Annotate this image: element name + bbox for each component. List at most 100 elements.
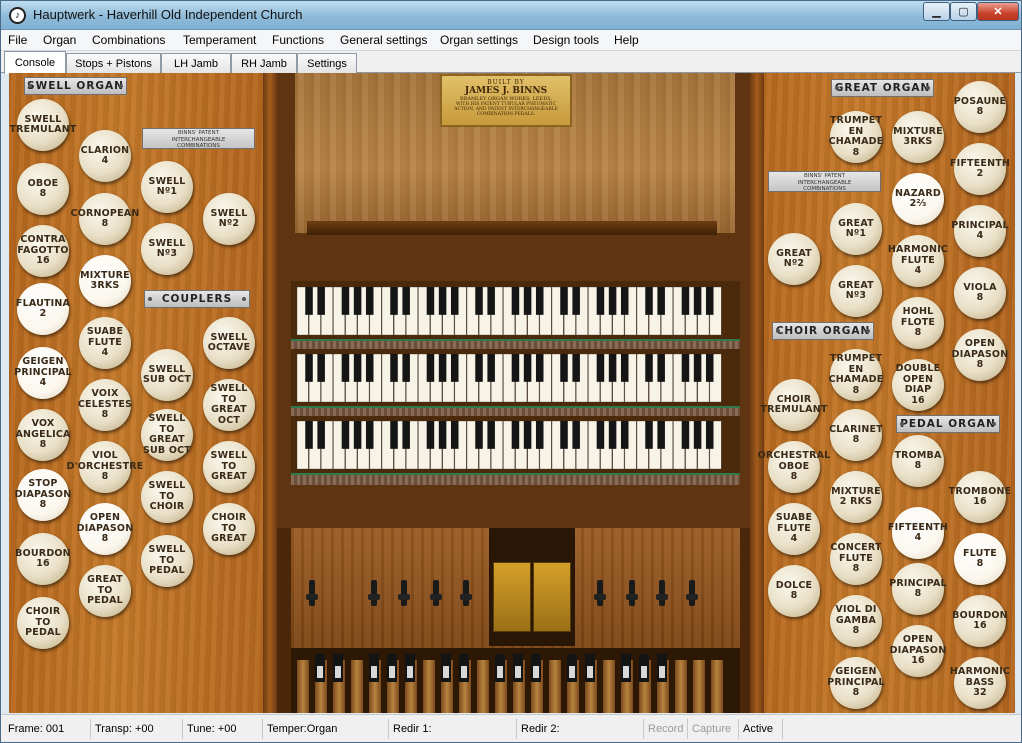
black-key[interactable] [645,421,653,449]
black-key[interactable] [487,421,495,449]
pedal-sharp-key[interactable] [639,654,649,682]
black-key[interactable] [523,287,532,315]
menu-temperament[interactable]: Temperament [183,33,256,47]
maximize-button[interactable]: ▢ [950,2,977,21]
stop-swell-sub-oct[interactable]: SWELL SUB OCT [141,349,193,401]
black-key[interactable] [317,287,325,315]
pedal-sharp-key[interactable] [567,654,577,682]
black-key[interactable] [402,287,410,315]
pedal-sharp-key[interactable] [405,654,415,682]
close-button[interactable]: ✕ [977,2,1019,21]
black-key[interactable] [365,354,374,382]
black-key[interactable] [560,354,568,382]
stop-voix-celestes-8[interactable]: VOIX CELESTES 8 [78,379,132,431]
black-key[interactable] [475,354,483,382]
black-key[interactable] [305,287,313,315]
stop-viol-dorchestre-8[interactable]: VIOL D'ORCHESTRE 8 [67,441,143,493]
stop-principal-8[interactable]: PRINCIPAL 8 [889,563,947,615]
toe-piston[interactable] [626,580,638,606]
toe-piston[interactable] [306,580,318,606]
stop-viola-8[interactable]: VIOLA 8 [954,267,1006,319]
black-key[interactable] [426,354,435,382]
black-key[interactable] [511,421,520,449]
black-key[interactable] [681,287,690,315]
piston-swell-no2[interactable]: SWELL Nº2 [203,193,255,245]
pedal-sharp-key[interactable] [387,654,397,682]
black-key[interactable] [305,421,313,449]
stop-choir-trumpet-en-chamade-8[interactable]: TRUMPET EN CHAMADE 8 [829,349,883,401]
piston-swell-no3[interactable]: SWELL Nº3 [141,223,193,275]
toe-piston[interactable] [686,580,698,606]
menu-functions[interactable]: Functions [272,33,324,47]
stop-cornopean-8[interactable]: CORNOPEAN 8 [71,193,139,245]
black-key[interactable] [572,421,580,449]
black-key[interactable] [438,354,447,382]
stop-open-diapason-16[interactable]: OPEN DIAPASON 16 [890,625,946,677]
toe-piston[interactable] [656,580,668,606]
black-key[interactable] [681,354,690,382]
pedal-sharp-key[interactable] [513,654,523,682]
pedal-sharp-key[interactable] [621,654,631,682]
black-key[interactable] [596,354,605,382]
pedal-key[interactable] [675,660,687,713]
stop-concert-flute-8[interactable]: CONCERT FLUTE 8 [830,533,882,585]
piston-great-no1[interactable]: GREAT Nº1 [830,203,882,255]
black-key[interactable] [535,354,544,382]
black-key[interactable] [535,421,544,449]
stop-swell-octave[interactable]: SWELL OCTAVE [203,317,255,369]
black-key[interactable] [438,287,447,315]
stop-harmonic-bass-32[interactable]: HARMONIC BASS 32 [950,657,1010,709]
black-key[interactable] [693,287,702,315]
stop-trombone-16[interactable]: TROMBONE 16 [949,471,1011,523]
black-key[interactable] [353,421,362,449]
black-key[interactable] [608,287,617,315]
black-key[interactable] [450,287,459,315]
pedal-key[interactable] [603,660,615,713]
toe-piston[interactable] [430,580,442,606]
menu-organ[interactable]: Organ [43,33,76,47]
stop-principal-4[interactable]: PRINCIPAL 4 [951,205,1009,257]
stop-contra-fagotto-16[interactable]: CONTRA FAGOTTO 16 [17,225,69,277]
pedal-key[interactable] [549,660,561,713]
black-key[interactable] [353,354,362,382]
piston-great-no2[interactable]: GREAT Nº2 [768,233,820,285]
stop-swell-to-great[interactable]: SWELL TO GREAT [203,441,255,493]
black-key[interactable] [390,354,398,382]
black-key[interactable] [657,287,665,315]
pedal-sharp-key[interactable] [495,654,505,682]
black-key[interactable] [620,421,629,449]
tab-console[interactable]: Console [4,51,66,74]
stop-orchestral-oboe-8[interactable]: ORCHESTRAL OBOE 8 [758,441,830,493]
black-key[interactable] [608,354,617,382]
black-key[interactable] [572,354,580,382]
keyboard-great[interactable] [297,354,722,402]
stop-swell-to-great-sub-oct[interactable]: SWELL TO GREAT SUB OCT [141,409,193,461]
pedal-sharp-key[interactable] [657,654,667,682]
pedal-key[interactable] [693,660,705,713]
black-key[interactable] [450,354,459,382]
pedal-sharp-key[interactable] [315,654,325,682]
black-key[interactable] [608,421,617,449]
black-key[interactable] [317,354,325,382]
black-key[interactable] [620,287,629,315]
black-key[interactable] [681,421,690,449]
black-key[interactable] [705,287,714,315]
stop-clarion-4[interactable]: CLARION 4 [79,130,131,182]
pedal-sharp-key[interactable] [369,654,379,682]
stop-mixture-3rks[interactable]: MIXTURE 3RKS [79,255,131,307]
tab-settings[interactable]: Settings [297,53,357,73]
stop-suabe-flute-4[interactable]: SUABE FLUTE 4 [768,503,820,555]
menu-organ-settings[interactable]: Organ settings [440,33,518,47]
black-key[interactable] [487,354,495,382]
black-key[interactable] [426,287,435,315]
swell-pedal[interactable] [493,562,531,632]
choir-swell-pedal[interactable] [533,562,571,632]
piston-great-no3[interactable]: GREAT Nº3 [830,265,882,317]
black-key[interactable] [487,287,495,315]
black-key[interactable] [450,421,459,449]
black-key[interactable] [475,287,483,315]
stop-dolce-8[interactable]: DOLCE 8 [768,565,820,617]
black-key[interactable] [705,421,714,449]
black-key[interactable] [693,354,702,382]
pedal-key[interactable] [423,660,435,713]
